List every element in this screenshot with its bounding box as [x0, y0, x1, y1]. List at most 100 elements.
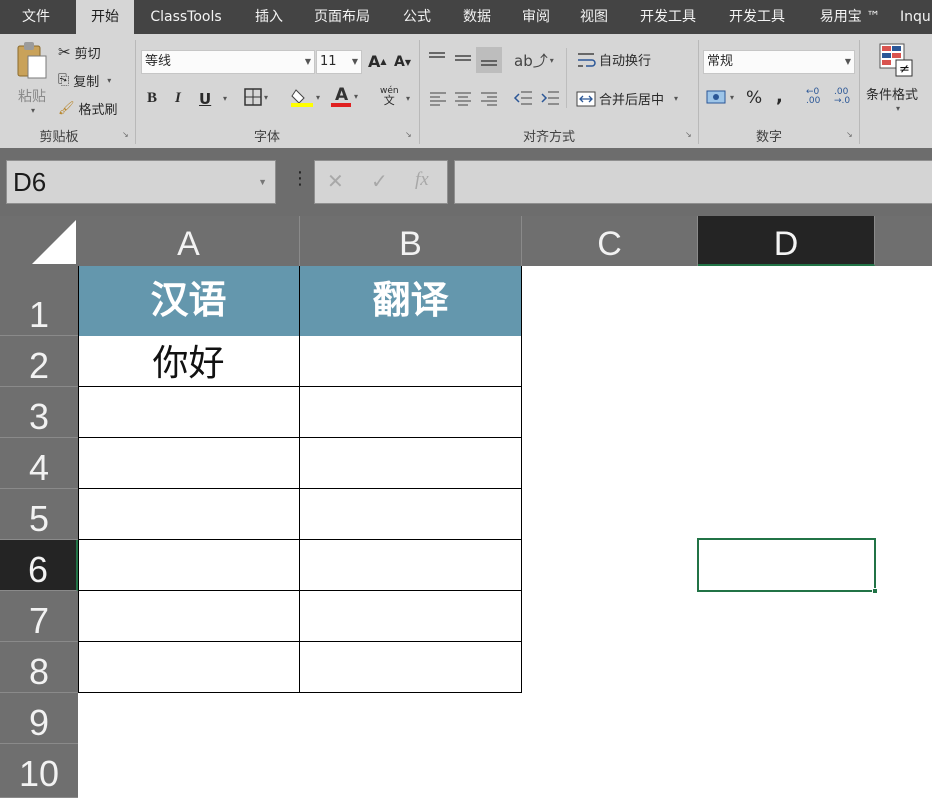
paste-dropdown-icon[interactable]: ▾ — [31, 106, 35, 115]
group-divider — [419, 40, 420, 144]
row-header-10[interactable]: 10 — [0, 744, 78, 798]
tab-page-layout[interactable]: 页面布局 — [304, 0, 380, 34]
underline-button[interactable]: U — [199, 90, 211, 108]
number-format-select[interactable]: 常规 ▼ — [703, 50, 855, 74]
phonetic-dropdown-icon[interactable]: ▾ — [406, 94, 410, 103]
insert-function-icon[interactable]: fx — [415, 169, 429, 191]
font-launcher-icon[interactable] — [405, 131, 414, 140]
copy-button[interactable]: ⎘ 复制 ▾ — [58, 70, 111, 90]
decrease-font-size-icon[interactable]: A ▼ — [394, 54, 411, 70]
align-bottom-icon[interactable] — [476, 47, 502, 73]
row-header-6[interactable]: 6 — [0, 540, 78, 591]
increase-decimal-icon[interactable]: ←0 .00 — [806, 88, 820, 106]
column-header-d[interactable]: D — [698, 216, 875, 266]
wrap-text-button[interactable]: 自动换行 — [576, 50, 651, 69]
align-right-icon[interactable] — [480, 90, 498, 106]
conditional-format-icon[interactable]: ≠ — [878, 42, 914, 78]
fill-handle[interactable] — [872, 588, 878, 594]
bold-button[interactable]: B — [147, 90, 157, 107]
cell-b6[interactable] — [300, 540, 522, 591]
cell-b7[interactable] — [300, 591, 522, 642]
tab-review[interactable]: 审阅 — [507, 0, 565, 34]
cell-b1[interactable]: 翻译 — [300, 266, 522, 336]
tab-file[interactable]: 文件 — [0, 0, 72, 34]
fill-color-button[interactable]: ▾ — [290, 86, 320, 108]
cell-a5[interactable] — [78, 489, 300, 540]
font-color-button[interactable]: A ▾ — [330, 84, 358, 108]
phonetic-button[interactable]: wén 文 — [380, 86, 399, 106]
enter-icon[interactable]: ✓ — [371, 169, 388, 193]
row-header-7[interactable]: 7 — [0, 591, 78, 642]
formula-input[interactable] — [454, 160, 932, 204]
decrease-indent-icon[interactable] — [513, 89, 533, 107]
select-all-button[interactable] — [0, 216, 78, 266]
tab-insert[interactable]: 插入 — [240, 0, 298, 34]
tab-view[interactable]: 视图 — [565, 0, 623, 34]
row-header-3[interactable]: 3 — [0, 387, 78, 438]
cell-b4[interactable] — [300, 438, 522, 489]
cell-a2[interactable]: 你好 — [78, 336, 300, 387]
font-color-icon: A — [331, 85, 351, 107]
tab-inquire[interactable]: Inqu — [900, 0, 932, 34]
cell-b5[interactable] — [300, 489, 522, 540]
align-left-icon[interactable] — [429, 90, 447, 106]
paste-button[interactable]: 粘贴 ▾ — [10, 40, 54, 120]
number-launcher-icon[interactable] — [846, 131, 855, 140]
row-header-1[interactable]: 1 — [0, 266, 78, 336]
tab-formulas[interactable]: 公式 — [388, 0, 446, 34]
column-header-b[interactable]: B — [300, 216, 522, 266]
copy-dropdown-icon[interactable]: ▾ — [107, 76, 111, 85]
align-top-icon[interactable] — [427, 50, 447, 66]
tab-yiyongbao[interactable]: 易用宝 ™ — [808, 0, 892, 34]
row-header-8[interactable]: 8 — [0, 642, 78, 693]
row-header-5[interactable]: 5 — [0, 489, 78, 540]
tab-classtools[interactable]: ClassTools — [140, 0, 232, 34]
increase-indent-icon[interactable] — [540, 89, 560, 107]
tab-developer-2[interactable]: 开发工具 — [719, 0, 795, 34]
orientation-icon[interactable]: ab⤴ ▾ — [514, 50, 554, 71]
cell-a7[interactable] — [78, 591, 300, 642]
conditional-format-label[interactable]: 条件格式 — [866, 84, 918, 103]
font-size-select[interactable]: 11 ▼ — [316, 50, 362, 74]
cell-a1[interactable]: 汉语 — [78, 266, 300, 336]
cancel-icon[interactable]: ✕ — [327, 169, 344, 193]
accounting-format-button[interactable]: ▾ — [706, 88, 734, 106]
font-name-select[interactable]: 等线 ▼ — [141, 50, 315, 74]
borders-button[interactable]: ▾ — [244, 88, 268, 106]
percent-style-button[interactable]: % — [746, 88, 762, 108]
italic-button[interactable]: I — [175, 90, 181, 107]
formula-bar-grip-icon[interactable]: ⋮ — [291, 170, 309, 188]
cell-b3[interactable] — [300, 387, 522, 438]
clipboard-launcher-icon[interactable] — [122, 131, 131, 140]
column-header-a[interactable]: A — [78, 216, 300, 266]
align-middle-icon[interactable] — [453, 50, 473, 66]
tab-developer[interactable]: 开发工具 — [630, 0, 706, 34]
merge-center-button[interactable]: 合并后居中 ▾ — [576, 89, 678, 108]
name-box[interactable]: D6 ▼ — [6, 160, 276, 204]
tab-data[interactable]: 数据 — [448, 0, 506, 34]
comma-style-button[interactable]: , — [776, 86, 783, 107]
number-format-value: 常规 — [707, 54, 734, 69]
active-cell-d6[interactable] — [697, 538, 878, 594]
tab-home[interactable]: 开始 — [76, 0, 134, 34]
column-header-c[interactable]: C — [522, 216, 698, 266]
decrease-decimal-icon[interactable]: .00 →.0 — [834, 88, 850, 106]
row-header-9[interactable]: 9 — [0, 693, 78, 744]
cell-b2[interactable] — [300, 336, 522, 387]
cell-a4[interactable] — [78, 438, 300, 489]
cut-button[interactable]: ✂ 剪切 — [58, 42, 101, 62]
underline-dropdown-icon[interactable]: ▾ — [223, 94, 227, 103]
row-header-2[interactable]: 2 — [0, 336, 78, 387]
cell-a8[interactable] — [78, 642, 300, 693]
cell-b8[interactable] — [300, 642, 522, 693]
align-center-icon[interactable] — [454, 90, 472, 106]
increase-font-size-icon[interactable]: A ▲ — [368, 52, 387, 71]
cell-a6[interactable] — [78, 540, 300, 591]
alignment-launcher-icon[interactable] — [685, 131, 694, 140]
paste-icon — [14, 40, 50, 84]
column-header-e[interactable] — [875, 216, 932, 266]
cell-a3[interactable] — [78, 387, 300, 438]
row-header-4[interactable]: 4 — [0, 438, 78, 489]
chevron-down-icon[interactable]: ▾ — [896, 104, 900, 113]
format-painter-button[interactable]: 🖌 格式刷 — [58, 98, 118, 118]
